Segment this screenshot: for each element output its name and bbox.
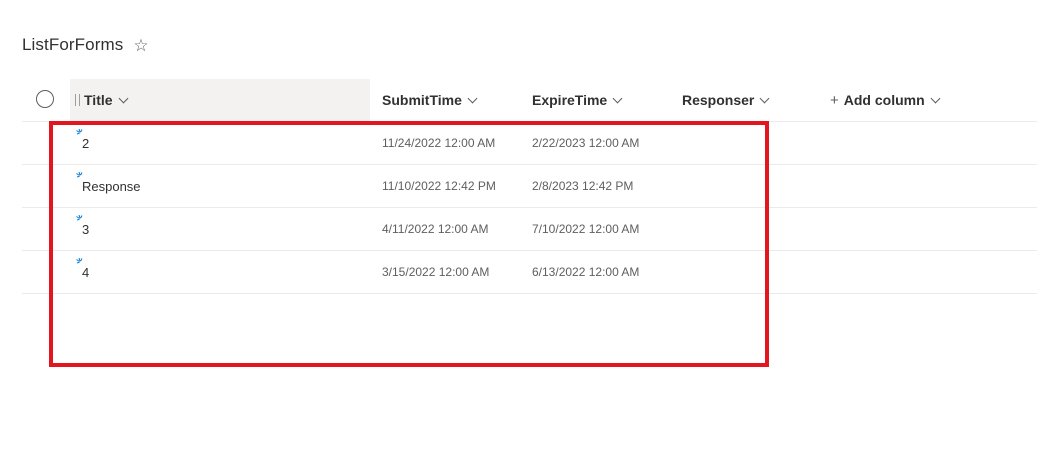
column-header-row: Title SubmitTime ExpireTime Responser + … [22,79,1037,122]
column-header-label: Title [84,92,113,108]
title-cell[interactable]: 4 [82,251,89,293]
add-column-label: Add column [843,92,925,108]
chevron-down-icon [930,93,941,103]
expiretime-cell: 7/10/2022 12:00 AM [532,222,640,236]
column-header-label: Responser [682,92,755,108]
chevron-down-icon [467,93,478,103]
title-cell[interactable]: 2 [82,122,89,164]
add-column-button[interactable]: + Add column [830,79,941,121]
select-all-checkbox[interactable] [36,90,54,108]
column-header-title[interactable]: Title [70,79,370,121]
column-header-submittime[interactable]: SubmitTime [382,79,478,121]
chevron-down-icon [118,93,128,103]
expiretime-cell: 2/8/2023 12:42 PM [532,179,634,193]
expiretime-cell: 2/22/2023 12:00 AM [532,136,640,150]
column-header-label: ExpireTime [532,92,608,108]
plus-icon: + [830,91,839,109]
drag-handle-icon[interactable] [75,94,80,106]
expiretime-cell: 6/13/2022 12:00 AM [532,265,640,279]
list-header: ListForForms ☆ [22,32,149,58]
title-cell[interactable]: 3 [82,208,89,250]
star-outline-icon[interactable]: ☆ [133,37,148,54]
column-header-expiretime[interactable]: ExpireTime [532,79,623,121]
submittime-cell: 11/24/2022 12:00 AM [382,136,496,150]
table-row[interactable]: Response 11/10/2022 12:42 PM 2/8/2023 12… [22,165,1037,208]
table-row[interactable]: 2 11/24/2022 12:00 AM 2/22/2023 12:00 AM [22,122,1037,165]
chevron-down-icon [612,93,623,103]
table-row[interactable]: 3 4/11/2022 12:00 AM 7/10/2022 12:00 AM [22,208,1037,251]
column-header-label: SubmitTime [382,92,462,108]
table-row[interactable]: 4 3/15/2022 12:00 AM 6/13/2022 12:00 AM [22,251,1037,294]
title-cell[interactable]: Response [82,165,141,207]
submittime-cell: 11/10/2022 12:42 PM [382,179,496,193]
submittime-cell: 3/15/2022 12:00 AM [382,265,490,279]
submittime-cell: 4/11/2022 12:00 AM [382,222,489,236]
column-header-responser[interactable]: Responser [682,79,770,121]
list-title: ListForForms [22,35,124,54]
chevron-down-icon [759,93,770,103]
